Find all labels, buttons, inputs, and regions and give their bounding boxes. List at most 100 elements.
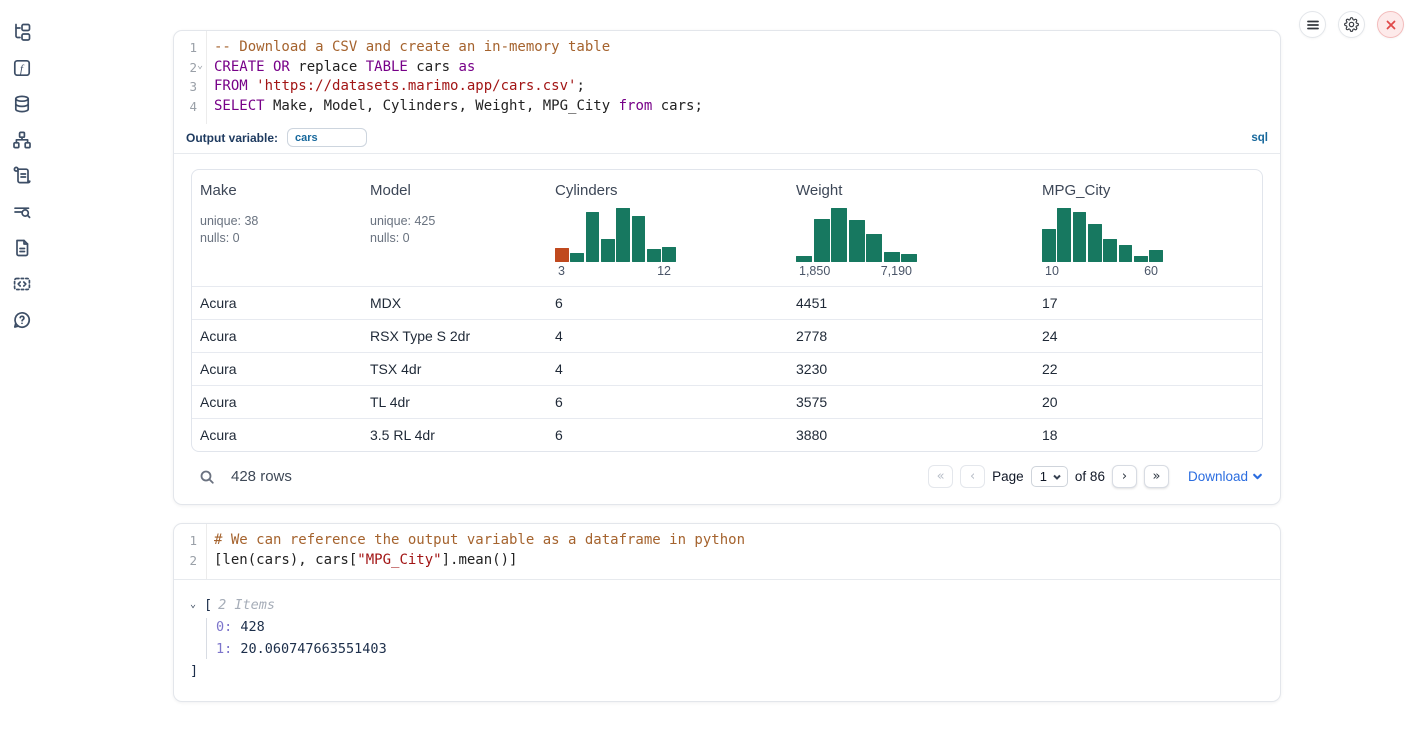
gear-icon [1344,17,1359,32]
line-number: 4 [174,97,197,117]
cylinders-histogram[interactable]: 312 [555,208,676,278]
python-code-editor[interactable]: 1# We can reference the output variable … [174,524,1280,578]
column-label[interactable]: MPG_City [1042,182,1110,199]
histogram-bar [616,208,630,262]
file-explorer-icon[interactable] [12,22,32,42]
column-label[interactable]: Cylinders [555,182,618,199]
collapse-chevron-icon[interactable]: ⌄ [190,594,204,616]
table-cell: 6 [547,394,788,410]
output-variable-bar: Output variable: sql [174,124,1280,153]
svg-text:f: f [20,63,25,75]
histogram-bar [632,216,646,262]
table-cell: RSX Type S 2dr [362,328,547,344]
axis-max-label: 7,190 [881,264,912,278]
language-badge: sql [1251,132,1268,144]
data-table: Make unique: 38 nulls: 0 Model unique: 4… [191,169,1263,452]
download-button[interactable]: Download [1188,469,1263,484]
weight-histogram[interactable]: 1,8507,190 [796,208,917,278]
table-cell: 6 [547,295,788,311]
table-cell: 18 [1034,427,1262,443]
tree-entry: 1: 20.060747663551403 [190,638,1264,661]
column-stats: unique: 425 nulls: 0 [370,213,547,246]
code-line: 2⌄CREATE OR replace TABLE cars as [174,58,1268,78]
fold-chevron-icon[interactable]: ⌄ [197,56,203,76]
code-line: 3FROM 'https://datasets.marimo.app/cars.… [174,77,1268,97]
histogram-bar [1119,245,1133,262]
mpg-city-histogram[interactable]: 1060 [1042,208,1163,278]
table-cell: 6 [547,427,788,443]
histogram-bar [796,256,812,262]
close-icon [1384,18,1398,32]
database-icon[interactable] [12,94,32,114]
table-cell: 17 [1034,295,1262,311]
line-number: 1 [174,38,197,58]
tree-value: 428 [232,619,265,635]
line-number: 3 [174,77,197,97]
table-cell: 3575 [788,394,1034,410]
menu-button[interactable] [1299,11,1326,38]
list-output-tree: ⌄[2 Items 0: 4281: 20.060747663551403 ] [174,580,1280,701]
sql-code-editor[interactable]: 1-- Download a CSV and create an in-memo… [174,31,1280,124]
scratchpad-icon[interactable] [12,166,32,186]
tree-entry: 0: 428 [190,616,1264,639]
dependency-graph-icon[interactable] [12,130,32,150]
table-cell: Acura [192,361,362,377]
table-cell: Acura [192,394,362,410]
table-cell: 22 [1034,361,1262,377]
first-page-button[interactable]: « [928,465,953,488]
table-row: Acura3.5 RL 4dr6388018 [192,418,1262,451]
code-line: 1# We can reference the output variable … [174,531,1268,551]
table-cell: 20 [1034,394,1262,410]
hamburger-icon [1306,18,1320,32]
table-cell: 4451 [788,295,1034,311]
histogram-bar [866,234,882,262]
column-label[interactable]: Weight [796,182,842,199]
tree-index: 0: [216,619,232,635]
column-header-weight: Weight 1,8507,190 [788,182,1034,278]
previous-page-button[interactable]: ‹ [960,465,985,488]
histogram-bar [1103,239,1117,262]
tree-close-bracket: ] [190,661,1264,681]
column-label[interactable]: Model [370,182,411,199]
settings-button[interactable] [1338,11,1365,38]
table-cell: TSX 4dr [362,361,547,377]
documentation-icon[interactable] [12,238,32,258]
help-icon[interactable] [12,310,32,330]
table-cell: 4 [547,328,788,344]
histogram-bar [555,248,569,262]
histogram-bar [647,249,661,262]
histogram-bar [849,220,865,262]
histogram-bar [662,247,676,262]
histogram-bar [570,253,584,262]
table-cell: Acura [192,328,362,344]
axis-max-label: 60 [1144,264,1158,278]
code-line: 2[len(cars), cars["MPG_City"].mean()] [174,551,1268,571]
histogram-bar [831,208,847,262]
column-label[interactable]: Make [200,182,237,199]
variables-icon[interactable]: f [12,58,32,78]
logs-icon[interactable] [12,202,32,222]
histogram-bar [901,254,917,262]
line-number: 2 [174,551,197,571]
chevron-down-icon [1252,471,1263,482]
next-page-button[interactable]: › [1112,465,1137,488]
chevron-down-icon [1052,472,1062,482]
notebook-actions [1299,11,1404,38]
search-button[interactable] [199,469,215,485]
output-variable-input[interactable] [287,128,367,147]
column-stats: unique: 38 nulls: 0 [200,213,362,246]
table-cell: 3.5 RL 4dr [362,427,547,443]
page-label: Page [992,469,1024,484]
column-header-model: Model unique: 425 nulls: 0 [362,182,547,278]
table-header: Make unique: 38 nulls: 0 Model unique: 4… [192,170,1262,286]
line-number: 1 [174,531,197,551]
page-select[interactable]: 1 [1031,466,1068,487]
page-total-label: of 86 [1075,469,1105,484]
histogram-bar [1042,229,1056,262]
left-panel-sidebar: f [0,0,44,729]
histogram-bar [1057,208,1071,262]
code-line: 4SELECT Make, Model, Cylinders, Weight, … [174,97,1268,117]
last-page-button[interactable]: » [1144,465,1169,488]
snippets-icon[interactable] [12,274,32,294]
shutdown-button[interactable] [1377,11,1404,38]
